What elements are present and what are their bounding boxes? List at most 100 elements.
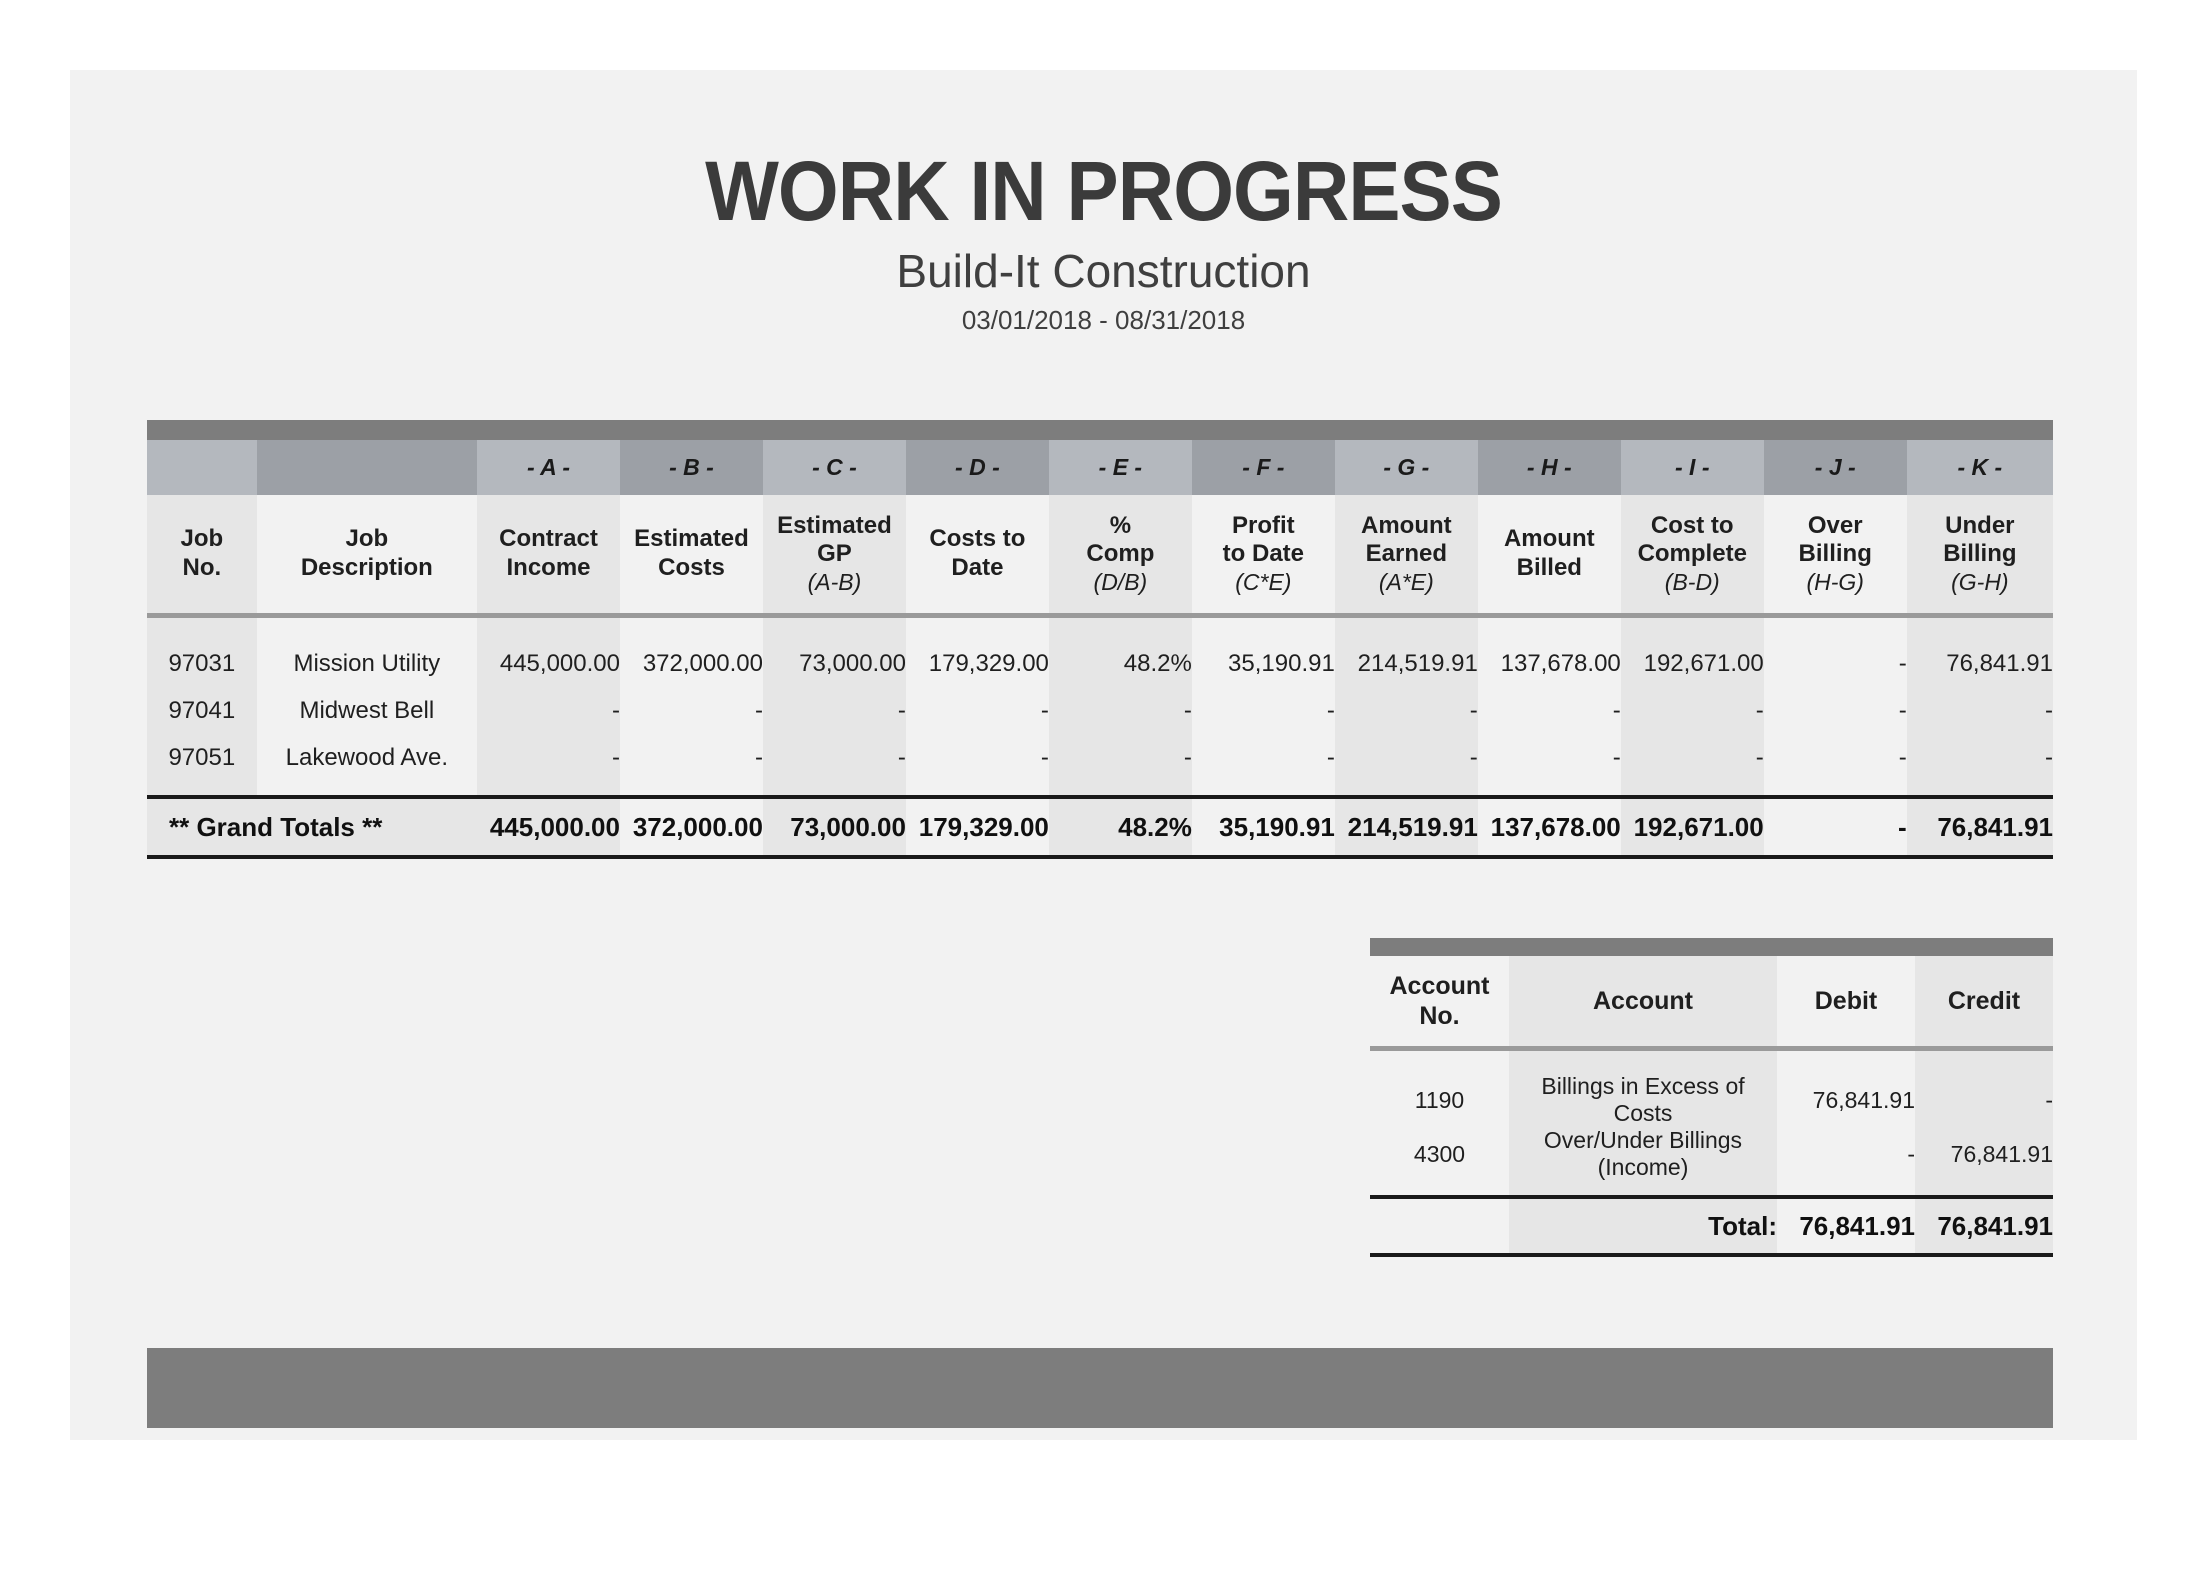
header-line1: Amount	[1360, 511, 1452, 539]
total-under-billing: 76,841.91	[1906, 795, 2053, 859]
spacer-cell	[1191, 618, 1335, 640]
header-line1: Contract	[499, 525, 598, 553]
column-letter-g: - G -	[1334, 440, 1478, 495]
total-pct-comp: 48.2%	[1048, 795, 1192, 859]
cell-estimated-costs: 372,000.00	[619, 640, 763, 687]
spacer-row	[147, 618, 2053, 640]
cell-profit-to-date: 35,190.91	[1191, 640, 1335, 687]
je-totals-row: Total: 76,841.91 76,841.91	[1370, 1195, 2053, 1257]
company-name: Build-It Construction	[896, 245, 1311, 298]
column-header-job-no: Job No.	[147, 495, 257, 613]
header-line1: Profit	[1232, 511, 1295, 539]
spacer-cell	[1477, 781, 1621, 797]
spacer-cell	[1915, 1181, 2053, 1197]
cell-amount-billed: -	[1477, 734, 1621, 781]
wip-table: - A - - B - - C - - D - - E - - F - - G …	[147, 420, 2053, 859]
column-letter-blank-1	[147, 440, 257, 495]
table-row[interactable]: 97051 Lakewood Ave. - - - - - - - - - - …	[147, 734, 2053, 781]
je-table-row[interactable]: 4300 Over/Under Billings (Income) - 76,8…	[1370, 1127, 2053, 1181]
journal-entry-table: Account No. Account Debit Credit 1190 Bi…	[1370, 938, 2053, 1257]
cell-pct-comp: -	[1048, 734, 1192, 781]
dark-strip	[1370, 938, 2053, 956]
cell-costs-to-date: -	[905, 734, 1049, 781]
spacer-cell	[256, 781, 478, 797]
header-line2: No.	[182, 554, 222, 581]
spacer-row	[1370, 1051, 2053, 1073]
cell-over-billing: -	[1763, 640, 1907, 687]
spacer-cell	[147, 618, 257, 640]
total-profit-to-date: 35,190.91	[1191, 795, 1335, 859]
cell-job-description: Lakewood Ave.	[256, 734, 478, 781]
grand-totals-label: ** Grand Totals **	[147, 795, 478, 859]
je-cell-debit: -	[1777, 1127, 1915, 1181]
spacer-cell	[1509, 1181, 1777, 1197]
cell-under-billing: -	[1906, 734, 2053, 781]
header-line1: Amount	[1503, 525, 1595, 553]
footer-bar	[147, 1348, 2053, 1428]
je-cell-account: Billings in Excess of Costs	[1509, 1073, 1777, 1127]
spacer-cell	[905, 781, 1049, 797]
spacer-cell	[147, 781, 257, 797]
header-formula: (B-D)	[1664, 568, 1720, 595]
cell-cost-to-complete: -	[1620, 687, 1764, 734]
header-line2: Description	[300, 554, 433, 581]
spacer-cell	[1334, 618, 1478, 640]
je-cell-account-no: 4300	[1370, 1127, 1509, 1181]
spacer-cell	[477, 618, 620, 640]
je-column-header-credit: Credit	[1915, 956, 2053, 1046]
cell-job-description: Midwest Bell	[256, 687, 478, 734]
table-top-strip	[147, 420, 2053, 440]
je-cell-debit: 76,841.91	[1777, 1073, 1915, 1127]
cell-cost-to-complete: 192,671.00	[1620, 640, 1764, 687]
je-total-spacer	[1370, 1195, 1509, 1257]
column-header-contract-income: Contract Income	[477, 495, 620, 613]
spacer-cell	[1620, 618, 1764, 640]
column-header-cost-to-complete: Cost to Complete (B-D)	[1620, 495, 1764, 613]
spacer-cell	[1915, 1051, 2053, 1073]
je-total-credit: 76,841.91	[1915, 1195, 2053, 1257]
column-header-over-billing: Over Billing (H-G)	[1763, 495, 1907, 613]
header-line1: %	[1109, 511, 1132, 539]
je-column-header-account-no: Account No.	[1370, 956, 1509, 1046]
header-formula: (D/B)	[1093, 568, 1148, 595]
header-line2: Complete	[1637, 540, 1747, 568]
column-header-costs-to-date: Costs to Date	[905, 495, 1049, 613]
header-line1: Cost to	[1650, 511, 1734, 539]
total-estimated-gp: 73,000.00	[762, 795, 906, 859]
cell-amount-billed: 137,678.00	[1477, 640, 1621, 687]
cell-contract-income: -	[477, 687, 620, 734]
total-cost-to-complete: 192,671.00	[1620, 795, 1764, 859]
je-table-row[interactable]: 1190 Billings in Excess of Costs 76,841.…	[1370, 1073, 2053, 1127]
header-line1: Account	[1389, 972, 1490, 1000]
total-amount-billed: 137,678.00	[1477, 795, 1621, 859]
column-letter-blank-2	[256, 440, 478, 495]
header-line2: Costs	[658, 554, 725, 581]
header-line1: Estimated	[777, 511, 892, 539]
column-letter-f: - F -	[1191, 440, 1335, 495]
total-estimated-costs: 372,000.00	[619, 795, 763, 859]
header-line2: Comp	[1086, 540, 1155, 568]
column-letter-j: - J -	[1763, 440, 1907, 495]
cell-profit-to-date: -	[1191, 734, 1335, 781]
cell-estimated-costs: -	[619, 734, 763, 781]
table-row[interactable]: 97031 Mission Utility 445,000.00 372,000…	[147, 640, 2053, 687]
cell-contract-income: 445,000.00	[477, 640, 620, 687]
cell-over-billing: -	[1763, 687, 1907, 734]
report-page: WORK IN PROGRESS Build-It Construction 0…	[70, 70, 2137, 1440]
spacer-cell	[1620, 781, 1764, 797]
spacer-cell	[1763, 618, 1907, 640]
spacer-cell	[1370, 1051, 1509, 1073]
spacer-row	[1370, 1181, 2053, 1197]
total-amount-earned: 214,519.91	[1334, 795, 1478, 859]
je-column-header-debit: Debit	[1777, 956, 1915, 1046]
total-contract-income: 445,000.00	[477, 795, 620, 859]
header-line2: Date	[951, 554, 1004, 581]
table-row[interactable]: 97041 Midwest Bell - - - - - - - - - - -	[147, 687, 2053, 734]
spacer-cell	[1509, 1051, 1777, 1073]
report-header: WORK IN PROGRESS Build-It Construction 0…	[70, 70, 2137, 336]
column-header-amount-earned: Amount Earned (A*E)	[1334, 495, 1478, 613]
cell-job-no: 97041	[147, 687, 257, 734]
je-cell-account: Over/Under Billings (Income)	[1509, 1127, 1777, 1181]
column-letter-k: - K -	[1906, 440, 2053, 495]
je-column-header-account: Account	[1509, 956, 1777, 1046]
